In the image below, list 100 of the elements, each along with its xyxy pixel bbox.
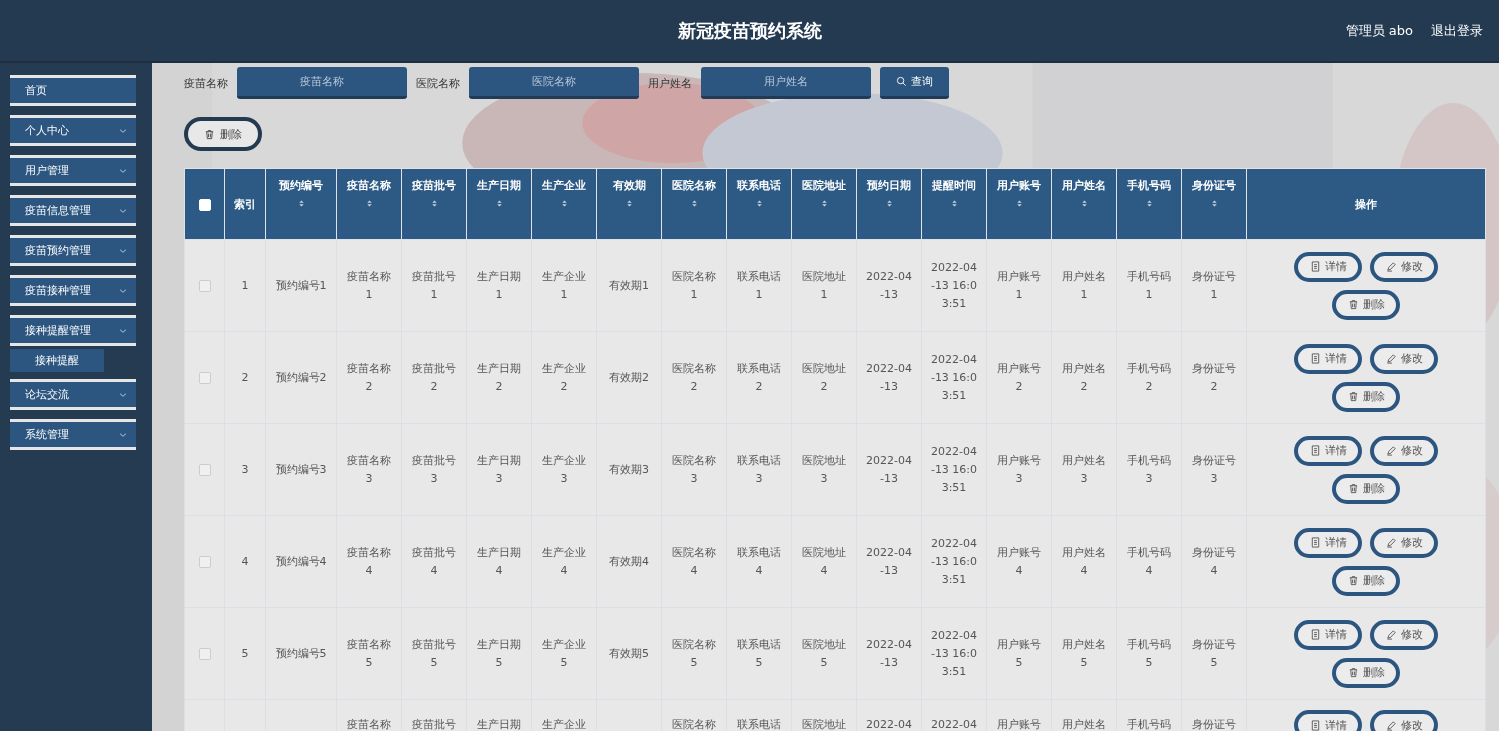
table-cell: 4 [241,554,249,568]
document-icon [1309,261,1321,272]
delete-button[interactable]: 删除 [1332,381,1400,412]
column-header[interactable]: 索引 [234,196,256,212]
table-cell: 医院地址4 [802,545,846,577]
table-cell: 疫苗名称3 [347,453,391,485]
column-header[interactable]: 生产日期 [477,178,521,193]
detail-button[interactable]: 详情 [1294,619,1362,650]
menu-item[interactable]: 用户管理 [10,155,136,186]
delete-button[interactable]: 删除 [1332,565,1400,596]
menu-item[interactable]: 个人中心 [10,115,136,146]
table-cell: 疫苗名称1 [347,269,391,301]
table-cell: 生产企业1 [542,269,586,301]
delete-button[interactable]: 删除 [184,117,262,151]
table-cell: 医院地址 [802,718,846,731]
edit-button[interactable]: 修改 [1370,710,1438,731]
column-header[interactable]: 操作 [1355,196,1377,212]
detail-button[interactable]: 详情 [1294,343,1362,374]
table-cell: 疫苗批号1 [412,269,456,301]
edit-button[interactable]: 修改 [1370,251,1438,282]
detail-button[interactable]: 详情 [1294,710,1362,731]
table-cell: 医院名称3 [672,453,716,485]
table-cell: 联系电话1 [737,269,781,301]
trash-icon [1347,299,1359,310]
table-cell: 生产企业4 [542,545,586,577]
table-cell: 疫苗名称5 [347,637,391,669]
edit-button[interactable]: 修改 [1370,527,1438,558]
delete-button[interactable]: 删除 [1332,473,1400,504]
menu-item[interactable]: 接种提醒管理 [10,315,136,346]
submenu-item[interactable]: 接种提醒 [10,349,104,372]
detail-button[interactable]: 详情 [1294,435,1362,466]
table-cell: 生产企业5 [542,637,586,669]
column-header[interactable]: 医院名称 [672,178,716,193]
table-cell: 用户账号1 [997,269,1041,301]
column-header[interactable]: 用户账号 [997,178,1041,193]
field-label: 疫苗名称 [184,75,228,91]
column-header[interactable]: 提醒时间 [932,178,976,193]
pencil-icon [1385,261,1397,272]
search-button[interactable]: 查询 [880,67,949,99]
select-all-checkbox[interactable] [198,198,211,211]
table-cell: 医院地址3 [802,453,846,485]
edit-button[interactable]: 修改 [1370,435,1438,466]
menu-item[interactable]: 疫苗信息管理 [10,195,136,226]
table-cell: 手机号码5 [1127,637,1171,669]
delete-button[interactable]: 删除 [1332,289,1400,320]
edit-button[interactable]: 修改 [1370,619,1438,650]
row-checkbox[interactable] [198,463,211,476]
menu-item[interactable]: 疫苗接种管理 [10,275,136,306]
table-cell: 医院名称1 [672,269,716,301]
table-cell: 预约编号1 [275,278,327,292]
pencil-icon [1385,537,1397,548]
row-checkbox[interactable] [198,647,211,660]
edit-button[interactable]: 修改 [1370,343,1438,374]
table-cell: 2022-04-13 [866,637,912,669]
delete-button[interactable]: 删除 [1332,657,1400,688]
table-cell: 用户账号2 [997,361,1041,393]
table-cell: 疫苗名称 [347,718,391,731]
row-checkbox[interactable] [198,279,211,292]
menu-item[interactable]: 首页 [10,75,136,106]
table-cell: 疫苗名称2 [347,361,391,393]
table-cell: 2022-04 [866,718,912,731]
column-header[interactable]: 有效期 [612,178,646,193]
column-header[interactable]: 预约编号 [279,178,323,193]
column-header[interactable]: 身份证号 [1192,178,1236,193]
column-header[interactable]: 医院地址 [802,178,846,193]
menu-item[interactable]: 论坛交流 [10,379,136,410]
table-cell: 生产日期 [477,718,521,731]
search-field[interactable]: 用户姓名 [701,67,871,99]
menu-item[interactable]: 系统管理 [10,419,136,450]
column-header[interactable]: 预约日期 [867,178,911,193]
detail-button[interactable]: 详情 [1294,251,1362,282]
search-field[interactable]: 疫苗名称 [237,67,407,99]
column-header[interactable]: 生产企业 [542,178,586,193]
search-field[interactable]: 医院名称 [469,67,639,99]
table-cell: 2022-04-13 [866,269,912,301]
logout-link[interactable]: 退出登录 [1431,22,1483,40]
column-header[interactable]: 手机号码 [1127,178,1171,193]
table-cell: 用户账号3 [997,453,1041,485]
table-cell: 预约编号4 [275,554,327,568]
column-header[interactable]: 联系电话 [737,178,781,193]
table-cell: 2 [241,370,249,384]
table-cell: 用户姓名2 [1062,361,1106,393]
app-title: 新冠疫苗预约系统 [677,18,822,43]
table-cell: 手机号码1 [1127,269,1171,301]
menu-item[interactable]: 疫苗预约管理 [10,235,136,266]
table-cell: 医院地址2 [802,361,846,393]
table-cell: 联系电话 [737,718,781,731]
column-header[interactable]: 疫苗批号 [412,178,456,193]
search-icon [896,76,907,87]
trash-icon [204,128,215,140]
detail-button[interactable]: 详情 [1294,527,1362,558]
row-checkbox[interactable] [198,371,211,384]
column-header[interactable]: 疫苗名称 [347,178,391,193]
row-checkbox[interactable] [198,555,211,568]
table-cell: 用户账号4 [997,545,1041,577]
document-icon [1309,445,1321,456]
table-cell: 用户姓名 [1062,718,1106,731]
table-cell: 医院名称5 [672,637,716,669]
column-header[interactable]: 用户姓名 [1062,178,1106,193]
pencil-icon [1385,629,1397,640]
